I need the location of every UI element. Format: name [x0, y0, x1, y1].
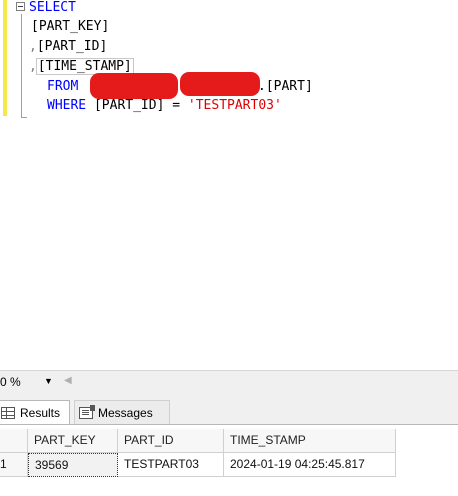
outline-end: [21, 117, 27, 118]
comma: ,: [29, 39, 37, 54]
table-cell[interactable]: 39569: [28, 453, 118, 477]
chevron-down-icon[interactable]: ▼: [44, 376, 53, 386]
change-marker-bar: [3, 0, 7, 116]
row-header-corner[interactable]: [0, 429, 28, 453]
where-string: 'TESTPART03': [187, 98, 282, 113]
collapse-toggle[interactable]: [16, 2, 25, 11]
zoom-bar: 0 % ▼ ◀: [0, 370, 458, 394]
redaction-mark: [90, 73, 178, 99]
column-header[interactable]: PART_KEY: [28, 429, 118, 453]
where-keyword: WHERE: [47, 98, 87, 113]
column-part-id: [PART_ID]: [36, 39, 108, 54]
where-column: [PART_ID] =: [93, 98, 181, 113]
messages-icon: [79, 404, 95, 419]
code-line-select: SELECT: [29, 0, 76, 15]
results-tab-bar: Results Messages: [0, 394, 458, 424]
query-editor[interactable]: SELECT [PART_KEY] ,[PART_ID] ,[TIME_STAM…: [0, 0, 458, 370]
grid-icon: [1, 406, 15, 419]
tab-messages-label: Messages: [98, 405, 153, 420]
zoom-level[interactable]: 0 %: [0, 375, 21, 389]
table-cell[interactable]: 2024-01-19 04:25:45.817: [224, 453, 396, 477]
code-line-part-key: [PART_KEY]: [31, 19, 110, 34]
tab-results-label: Results: [20, 405, 61, 420]
code-line-from: FROM: [47, 77, 78, 96]
row-number[interactable]: 1: [0, 453, 28, 477]
table-name: .[PART]: [258, 79, 313, 94]
table-cell[interactable]: TESTPART03: [118, 453, 224, 477]
tab-messages[interactable]: Messages: [74, 400, 170, 424]
results-grid[interactable]: PART_KEY PART_ID TIME_STAMP 1 39569 TEST…: [0, 424, 458, 496]
redaction-mark: [180, 72, 260, 96]
column-header[interactable]: PART_ID: [118, 429, 224, 453]
scroll-left-arrow-icon[interactable]: ◀: [64, 375, 72, 386]
tab-results[interactable]: Results: [0, 400, 70, 424]
outline-line: [21, 14, 22, 118]
code-line-part-id: ,[PART_ID]: [29, 37, 107, 56]
column-header[interactable]: TIME_STAMP: [224, 429, 396, 453]
from-keyword: FROM: [47, 79, 79, 94]
